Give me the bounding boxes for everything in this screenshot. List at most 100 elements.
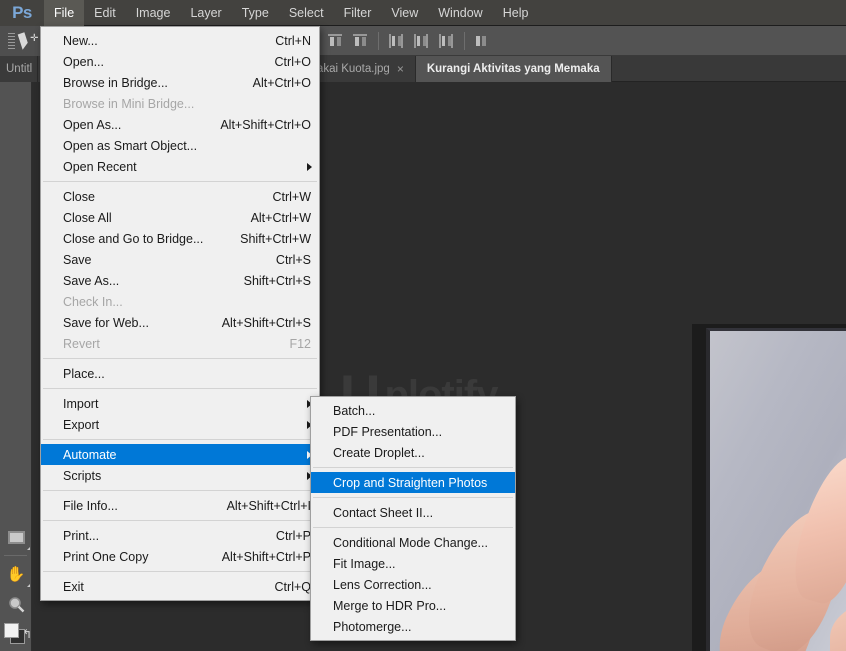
menu-item-pdf-presentation[interactable]: PDF Presentation...: [311, 421, 515, 442]
menu-item-save-for-web[interactable]: Save for Web... Alt+Shift+Ctrl+S: [41, 312, 319, 333]
tools-divider: [4, 555, 27, 556]
menu-item-label: Browse in Mini Bridge...: [63, 96, 195, 111]
menu-item-lens-correction[interactable]: Lens Correction...: [311, 574, 515, 595]
document-tab-label: Kurangi Aktivitas yang Memaka: [426, 63, 600, 75]
distribute-horizontal-centers-icon[interactable]: [412, 32, 431, 50]
close-icon[interactable]: ×: [397, 63, 404, 75]
menubar-item-type[interactable]: Type: [232, 0, 279, 26]
menu-item-shortcut: Ctrl+Q: [274, 579, 311, 594]
menu-item-open[interactable]: Open... Ctrl+O: [41, 51, 319, 72]
menu-item-browse-in-bridge[interactable]: Browse in Bridge... Alt+Ctrl+O: [41, 72, 319, 93]
menu-item-shortcut: Ctrl+N: [275, 33, 311, 48]
menu-item-label: Open As...: [63, 117, 122, 132]
menu-item-check-in: Check In...: [41, 291, 319, 312]
menu-separator: [43, 358, 317, 359]
menu-item-shortcut: Shift+Ctrl+S: [243, 273, 311, 288]
menu-item-shortcut: Ctrl+P: [275, 528, 311, 543]
menubar-item-image[interactable]: Image: [126, 0, 181, 26]
menu-item-label: Scripts: [63, 468, 102, 483]
menu-item-label: Print...: [63, 528, 100, 543]
menu-item-close[interactable]: Close Ctrl+W: [41, 186, 319, 207]
distribute-vertical-centers-icon[interactable]: [326, 32, 345, 50]
menu-item-print-one-copy[interactable]: Print One Copy Alt+Shift+Ctrl+P: [41, 546, 319, 567]
menu-item-label: Close and Go to Bridge...: [63, 231, 204, 246]
automate-submenu-dropdown[interactable]: Batch... PDF Presentation... Create Drople…: [310, 396, 516, 641]
menu-item-label: Crop and Straighten Photos: [333, 475, 488, 490]
color-swatches[interactable]: ↰: [0, 619, 32, 649]
menubar-item-file[interactable]: File: [44, 0, 85, 26]
menu-item-label: New...: [63, 33, 98, 48]
menubar-item-select[interactable]: Select: [279, 0, 334, 26]
menu-item-place[interactable]: Place...: [41, 363, 319, 384]
menu-item-shortcut: Ctrl+O: [274, 54, 311, 69]
document-tab-label: Untitl: [6, 63, 33, 75]
distribute-bottom-edges-icon[interactable]: [351, 32, 370, 50]
menu-item-label: Save As...: [63, 273, 120, 288]
foreground-color-swatch[interactable]: [4, 623, 19, 638]
menu-item-label: Photomerge...: [333, 619, 412, 634]
menu-item-scripts[interactable]: Scripts: [41, 465, 319, 486]
menu-item-browse-in-mini-bridge: Browse in Mini Bridge...: [41, 93, 319, 114]
menu-item-shortcut: Alt+Ctrl+W: [250, 210, 311, 225]
menu-item-label: Print One Copy: [63, 549, 149, 564]
menubar-item-filter[interactable]: Filter: [334, 0, 382, 26]
menu-item-label: Place...: [63, 366, 105, 381]
menu-item-label: Conditional Mode Change...: [333, 535, 488, 550]
document-tab[interactable]: Kurangi Aktivitas yang Memaka: [415, 56, 612, 82]
menu-item-contact-sheet-ii[interactable]: Contact Sheet II...: [311, 502, 515, 523]
menu-item-open-recent[interactable]: Open Recent: [41, 156, 319, 177]
menubar-item-layer[interactable]: Layer: [180, 0, 231, 26]
menu-item-open-as[interactable]: Open As... Alt+Shift+Ctrl+O: [41, 114, 319, 135]
tool-zoom[interactable]: [0, 589, 32, 619]
menu-item-label: Contact Sheet II...: [333, 505, 434, 520]
menubar-item-edit[interactable]: Edit: [84, 0, 126, 26]
tool-rectangle-shape[interactable]: [0, 522, 32, 552]
menu-item-file-info[interactable]: File Info... Alt+Shift+Ctrl+I: [41, 495, 319, 516]
menu-separator: [43, 571, 317, 572]
menu-item-label: Export: [63, 417, 100, 432]
menu-item-batch[interactable]: Batch...: [311, 400, 515, 421]
menu-item-merge-to-hdr-pro[interactable]: Merge to HDR Pro...: [311, 595, 515, 616]
menu-item-label: Save: [63, 252, 92, 267]
menu-item-revert: Revert F12: [41, 333, 319, 354]
menu-item-save[interactable]: Save Ctrl+S: [41, 249, 319, 270]
menu-item-crop-and-straighten-photos[interactable]: Crop and Straighten Photos: [311, 472, 515, 493]
menu-item-close-all[interactable]: Close All Alt+Ctrl+W: [41, 207, 319, 228]
menu-item-import[interactable]: Import: [41, 393, 319, 414]
menu-item-open-as-smart-object[interactable]: Open as Smart Object...: [41, 135, 319, 156]
hand-tool-icon: ✋: [6, 565, 26, 583]
distribute-right-edges-icon[interactable]: [437, 32, 456, 50]
photoshop-logo: Ps: [0, 0, 44, 26]
menu-item-automate[interactable]: Automate: [41, 444, 319, 465]
menu-item-label: Merge to HDR Pro...: [333, 598, 447, 613]
tool-more-indicator-icon: [27, 584, 30, 587]
menu-separator: [313, 497, 513, 498]
menubar-item-view[interactable]: View: [381, 0, 428, 26]
tool-hand[interactable]: ✋: [0, 559, 32, 589]
menu-separator: [313, 467, 513, 468]
menu-item-export[interactable]: Export: [41, 414, 319, 435]
document-tab-untitled[interactable]: Untitl: [0, 56, 38, 82]
menubar-item-window[interactable]: Window: [428, 0, 492, 26]
menu-separator: [43, 181, 317, 182]
menu-item-fit-image[interactable]: Fit Image...: [311, 553, 515, 574]
swatch-wrap: [0, 621, 25, 647]
document-photo-hand-holding-phone: [692, 324, 846, 651]
menu-item-new[interactable]: New... Ctrl+N: [41, 30, 319, 51]
menu-item-shortcut: Alt+Shift+Ctrl+S: [221, 315, 311, 330]
menu-item-photomerge[interactable]: Photomerge...: [311, 616, 515, 637]
auto-align-layers-icon[interactable]: [473, 32, 492, 50]
menu-item-create-droplet[interactable]: Create Droplet...: [311, 442, 515, 463]
distribute-left-edges-icon[interactable]: [387, 32, 406, 50]
menu-item-save-as[interactable]: Save As... Shift+Ctrl+S: [41, 270, 319, 291]
file-menu-dropdown[interactable]: New... Ctrl+N Open... Ctrl+O Browse in Bridg…: [40, 26, 320, 601]
menu-item-label: Create Droplet...: [333, 445, 425, 460]
menu-item-shortcut: Alt+Ctrl+O: [252, 75, 311, 90]
menu-item-label: Exit: [63, 579, 84, 594]
menu-item-exit[interactable]: Exit Ctrl+Q: [41, 576, 319, 597]
menu-item-conditional-mode-change[interactable]: Conditional Mode Change...: [311, 532, 515, 553]
tools-panel: ✋ ↰: [0, 82, 32, 651]
menu-item-close-and-go-to-bridge[interactable]: Close and Go to Bridge... Shift+Ctrl+W: [41, 228, 319, 249]
menubar-item-help[interactable]: Help: [493, 0, 539, 26]
menu-item-print[interactable]: Print... Ctrl+P: [41, 525, 319, 546]
